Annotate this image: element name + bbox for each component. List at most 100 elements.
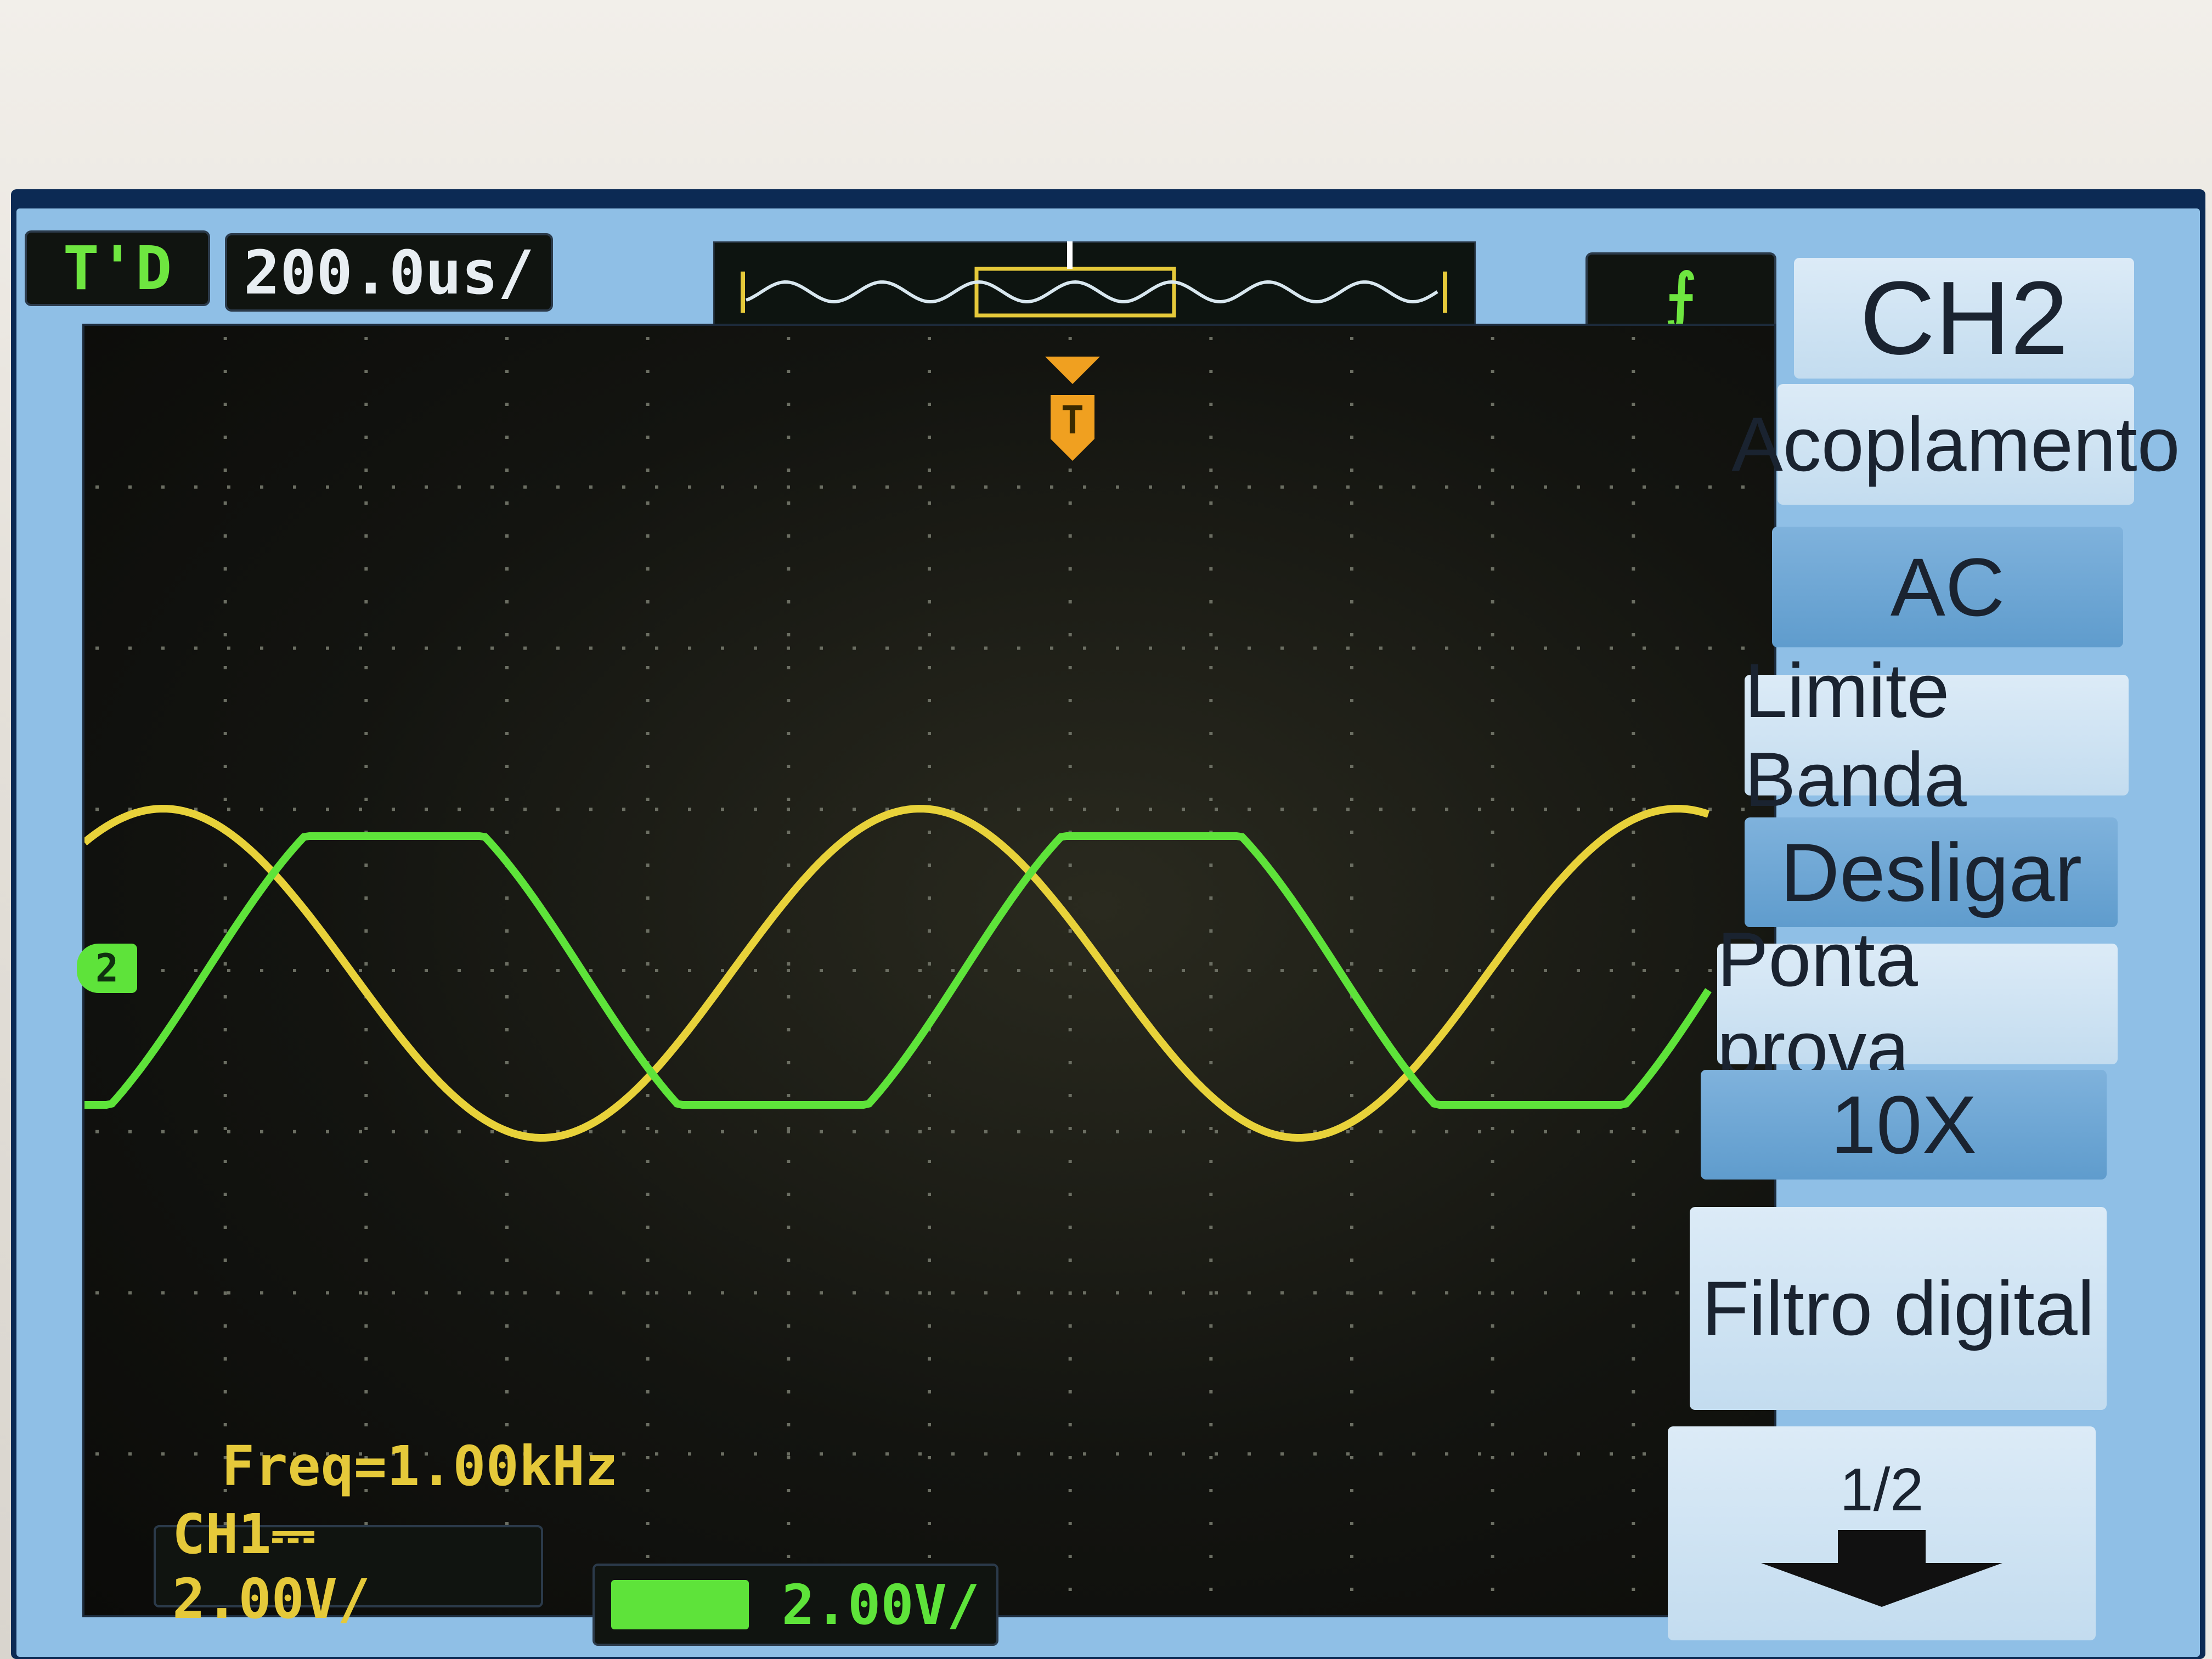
grid-dot [1209,1588,1213,1591]
grid-dot [223,864,227,867]
grid-dot [1708,969,1712,972]
grid-dot [1068,1160,1072,1163]
grid-dot [928,765,931,768]
grid-dot [1491,1193,1494,1196]
grid-dot [1350,798,1353,801]
grid-dot [820,485,823,489]
grid-dot [1350,864,1353,867]
grid-dot [787,436,791,439]
grid-dot [505,798,509,801]
grid-dot [1209,1456,1213,1459]
grid-dot [1182,969,1185,972]
grid-dot [1068,1259,1072,1262]
grid-dot [1379,969,1383,972]
grid-dot [505,699,509,702]
grid-dot [223,1160,227,1163]
grid-dot [1643,1291,1646,1295]
grid-dot [1632,501,1635,505]
grid-dot [1149,485,1152,489]
grid-dot [505,436,509,439]
coupling-menu-button[interactable]: Acoplamento [1731,384,2180,505]
grid-dot [787,600,791,603]
grid-dot [1632,1193,1635,1196]
grid-dot [646,501,650,505]
grid-dot [589,485,592,489]
grid-dot [523,485,527,489]
grid-dot [364,600,368,603]
grid-dot [523,646,527,650]
grid-dot [505,765,509,768]
grid-dot [1149,1130,1152,1133]
grid-dot [1350,337,1353,340]
ch1-scale-readout: CH1⎓ 2.00V/ [154,1502,543,1631]
grid-dot [918,1130,922,1133]
grid-dot [787,1522,791,1525]
grid-dot [1350,929,1353,933]
grid-dot [1491,436,1494,439]
grid-dot [1116,1130,1119,1133]
grid-dot [928,666,931,669]
grid-dot [392,485,395,489]
grid-dot [646,1160,650,1163]
grid-dot [223,765,227,768]
next-page-button[interactable]: 1/2 [1668,1426,2096,1640]
grid-dot [1544,808,1547,811]
probe-menu-button[interactable]: Ponta prova [1717,916,2118,1091]
grid-dot [721,1291,724,1295]
grid-dot [622,485,625,489]
grid-dot [364,732,368,735]
grid-dot [505,831,509,834]
grid-dot [928,1357,931,1361]
grid-dot [364,1094,368,1097]
grid-dot [1350,1127,1353,1130]
grid-dot [1209,600,1213,603]
grid-dot [646,1193,650,1196]
grid-dot [1068,1061,1072,1064]
grid-dot [787,1061,791,1064]
grid-dot [1017,1452,1020,1456]
grid-dot [223,666,227,669]
grid-dot [1379,485,1383,489]
bandwidth-limit-menu-button[interactable]: Limite Banda [1745,647,2129,822]
grid-dot [1632,436,1635,439]
grid-dot [1346,1130,1350,1133]
grid-dot [1068,864,1072,867]
grid-dot [392,1291,395,1295]
grid-dot [1350,765,1353,768]
bandwidth-limit-value[interactable]: Desligar [1745,817,2118,927]
grid-dot [1068,732,1072,735]
grid-dot [1350,567,1353,571]
grid-dot [1632,1588,1635,1591]
grid-dot [1350,666,1353,669]
grid-dot [928,864,931,867]
grid-dot [1643,485,1646,489]
grid-dot [223,1357,227,1361]
grid-dot [646,1226,650,1229]
grid-dot [928,831,931,834]
grid-dot [95,646,99,650]
grid-dot [787,1094,791,1097]
grid-dot [1632,1522,1635,1525]
probe-value[interactable]: 10X [1701,1070,2107,1180]
grid-dot [754,1130,757,1133]
coupling-value[interactable]: AC [1772,527,2123,647]
grid-dot [1632,1160,1635,1163]
digital-filter-menu-button[interactable]: Filtro digital [1690,1207,2107,1410]
grid-dot [754,969,757,972]
grid-dot [505,1357,509,1361]
grid-dot [1379,646,1383,650]
grid-dot [1280,808,1284,811]
grid-dot [787,1160,791,1163]
grid-dot [787,995,791,998]
grid-dot [1280,969,1284,972]
grid-dot [1248,1130,1251,1133]
grid-dot [128,1291,132,1295]
grid-dot [1491,831,1494,834]
grid-dot [1068,962,1072,966]
grid-dot [326,646,329,650]
grid-dot [951,1291,955,1295]
grid-dot [820,1130,823,1133]
grid-dot [1511,485,1514,489]
frequency-readout: Freq=1.00kHz [222,1434,618,1498]
grid-dot [523,1291,527,1295]
